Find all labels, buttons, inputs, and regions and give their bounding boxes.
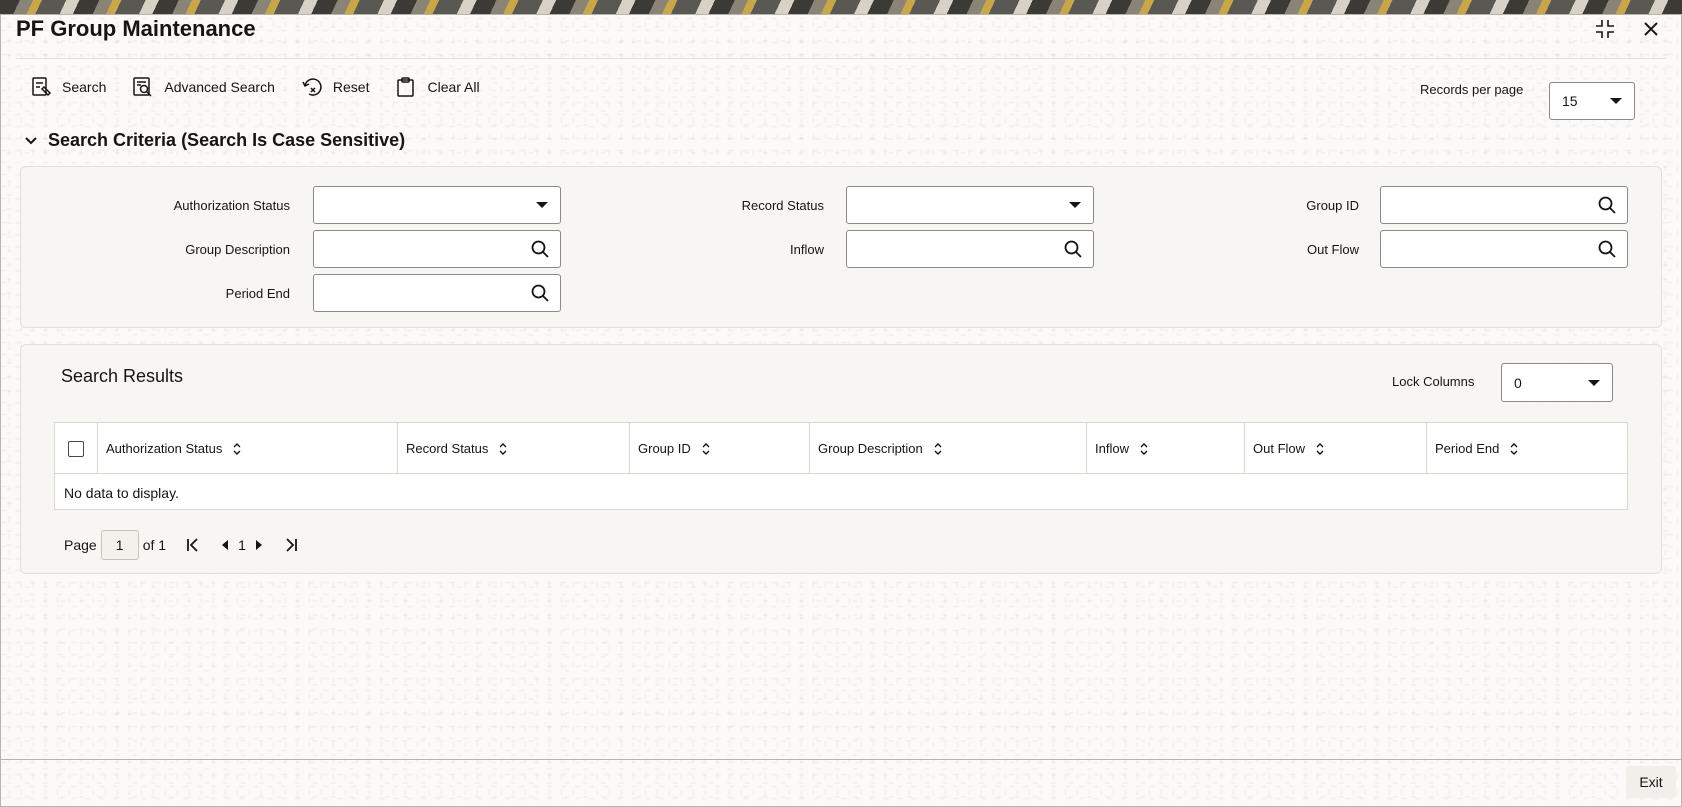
lock-columns-select[interactable]: 0 — [1501, 363, 1613, 402]
group-id-label: Group ID — [1306, 198, 1359, 213]
reset-button-label: Reset — [332, 79, 370, 95]
authorization-status-label: Authorization Status — [173, 198, 290, 213]
chevron-down-icon — [25, 136, 37, 144]
search-results-heading: Search Results — [61, 366, 184, 386]
page-title: PF Group Maintenance — [16, 16, 256, 41]
search-button-label: Search — [62, 79, 107, 95]
column-header-label: Out Flow — [1253, 441, 1306, 456]
reset-button[interactable]: Reset — [301, 72, 370, 102]
last-page-icon[interactable] — [280, 534, 302, 556]
chevron-down-icon — [1069, 202, 1081, 208]
clear-all-button-label: Clear All — [427, 79, 480, 95]
search-icon[interactable] — [1597, 239, 1617, 259]
column-header-period-end[interactable]: Period End — [1427, 423, 1627, 474]
column-header-label: Inflow — [1095, 441, 1129, 456]
exit-button[interactable]: Exit — [1626, 766, 1676, 798]
first-page-icon[interactable] — [182, 534, 204, 556]
table-header: Authorization Status Record Status Group… — [55, 423, 1627, 474]
column-header-authorization-status[interactable]: Authorization Status — [98, 423, 398, 474]
collapse-icon[interactable] — [1592, 16, 1618, 42]
top-banner — [0, 0, 1682, 14]
current-page-number[interactable]: 1 — [238, 537, 246, 553]
group-id-input[interactable] — [1380, 186, 1628, 224]
title-divider — [16, 58, 1666, 59]
sort-icon[interactable] — [1315, 442, 1325, 456]
column-header-record-status[interactable]: Record Status — [398, 423, 630, 474]
authorization-status-select[interactable] — [313, 186, 561, 224]
page-label: Page — [64, 537, 97, 553]
records-per-page-value: 15 — [1562, 93, 1578, 109]
search-icon[interactable] — [1063, 239, 1083, 259]
chevron-down-icon — [1588, 379, 1600, 386]
column-header-out-flow[interactable]: Out Flow — [1245, 423, 1427, 474]
page-number-input[interactable]: 1 — [100, 530, 139, 560]
chevron-down-icon — [1610, 98, 1622, 104]
period-end-label: Period End — [225, 286, 290, 301]
records-per-page-label: Records per page — [1420, 82, 1524, 97]
search-doc-icon — [32, 77, 52, 97]
page-total-label: of 1 — [142, 537, 167, 553]
inflow-input[interactable] — [846, 230, 1094, 268]
group-description-input[interactable] — [313, 230, 561, 268]
search-icon[interactable] — [1597, 195, 1617, 215]
sort-icon[interactable] — [1509, 442, 1519, 456]
lock-columns-value: 0 — [1514, 374, 1522, 391]
results-table: Authorization Status Record Status Group… — [54, 422, 1628, 510]
clipboard-icon — [397, 77, 415, 97]
pagination: Page 1 of 1 1 — [64, 530, 302, 560]
lock-columns-label: Lock Columns — [1392, 374, 1475, 389]
column-header-label: Authorization Status — [106, 441, 223, 456]
column-header-label: Record Status — [406, 441, 489, 456]
toolbar: Search Advanced Search Reset Clear All — [30, 72, 506, 102]
window-controls — [1592, 16, 1664, 42]
sort-icon[interactable] — [498, 442, 508, 456]
search-criteria-heading: Search Criteria (Search Is Case Sensitiv… — [48, 130, 406, 150]
column-header-label: Period End — [1435, 441, 1500, 456]
sort-icon[interactable] — [701, 442, 711, 456]
select-all-cell — [55, 423, 98, 474]
search-criteria-toggle[interactable]: Search Criteria (Search Is Case Sensitiv… — [24, 130, 405, 151]
sort-icon[interactable] — [1139, 442, 1149, 456]
record-status-label: Record Status — [741, 198, 824, 213]
close-icon[interactable] — [1638, 16, 1664, 42]
search-icon[interactable] — [530, 283, 550, 303]
previous-page-icon[interactable] — [218, 534, 232, 556]
column-header-group-id[interactable]: Group ID — [630, 423, 810, 474]
out-flow-input[interactable] — [1380, 230, 1628, 268]
sort-icon[interactable] — [933, 442, 943, 456]
empty-table-message: No data to display. — [64, 485, 179, 501]
select-all-checkbox[interactable] — [68, 440, 84, 457]
column-header-label: Group ID — [638, 441, 691, 456]
column-header-inflow[interactable]: Inflow — [1087, 423, 1245, 474]
footer-divider — [0, 759, 1682, 760]
records-per-page-select[interactable]: 15 — [1549, 82, 1635, 120]
group-description-label: Group Description — [185, 242, 290, 257]
advanced-search-icon — [133, 77, 152, 97]
record-status-select[interactable] — [846, 186, 1094, 224]
period-end-input[interactable] — [313, 274, 561, 312]
advanced-search-button[interactable]: Advanced Search — [132, 72, 275, 102]
search-icon[interactable] — [530, 239, 550, 259]
next-page-icon[interactable] — [252, 534, 266, 556]
search-button[interactable]: Search — [30, 72, 106, 102]
out-flow-label: Out Flow — [1306, 242, 1359, 257]
column-header-label: Group Description — [818, 441, 923, 456]
clear-all-button[interactable]: Clear All — [395, 72, 480, 102]
inflow-label: Inflow — [790, 242, 824, 257]
chevron-down-icon — [536, 202, 548, 208]
column-header-group-description[interactable]: Group Description — [810, 423, 1087, 474]
advanced-search-button-label: Advanced Search — [164, 79, 275, 95]
reset-icon — [302, 78, 322, 96]
sort-icon[interactable] — [232, 442, 242, 456]
